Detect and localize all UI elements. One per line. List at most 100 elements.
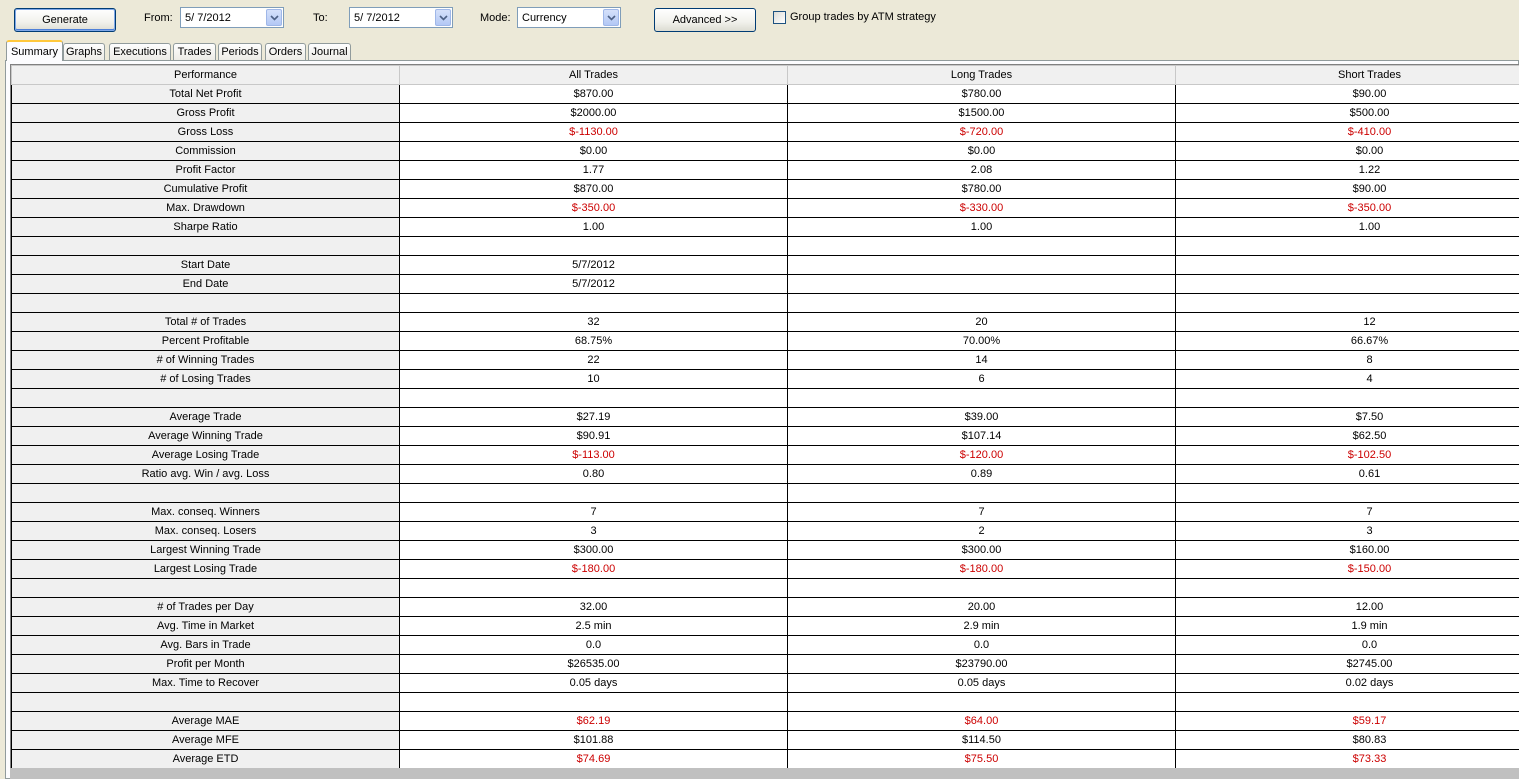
column-header-short-trades[interactable]: Short Trades (1175, 65, 1519, 85)
row-label: Max. conseq. Losers (11, 521, 400, 541)
table-cell: $-120.00 (787, 445, 1176, 465)
table-cell: 12.00 (1175, 597, 1519, 617)
table-cell: 1.00 (1175, 217, 1519, 237)
table-cell: 2 (787, 521, 1176, 541)
table-cell: $-113.00 (399, 445, 788, 465)
table-cell: 7 (787, 502, 1176, 522)
table-row: # of Losing Trades 10 6 4 (11, 369, 1519, 389)
table-cell: $2745.00 (1175, 654, 1519, 674)
tab-summary[interactable]: Summary (6, 40, 63, 61)
table-cell (1175, 388, 1519, 408)
table-row: Ratio avg. Win / avg. Loss 0.80 0.89 0.61 (11, 464, 1519, 484)
table-cell: $780.00 (787, 179, 1176, 199)
table-row: Max. Drawdown $-350.00 $-330.00 $-350.00 (11, 198, 1519, 218)
table-row: Profit Factor 1.77 2.08 1.22 (11, 160, 1519, 180)
table-cell: 5/7/2012 (399, 255, 788, 275)
tab-graphs[interactable]: Graphs (63, 43, 105, 60)
group-trades-label[interactable]: Group trades by ATM strategy (790, 11, 936, 23)
row-label (11, 293, 400, 313)
table-cell: $23790.00 (787, 654, 1176, 674)
table-row: # of Winning Trades 22 14 8 (11, 350, 1519, 370)
table-cell: $27.19 (399, 407, 788, 427)
table-row: Gross Loss $-1130.00 $-720.00 $-410.00 (11, 122, 1519, 142)
row-label (11, 578, 400, 598)
table-cell: $300.00 (787, 540, 1176, 560)
table-cell (787, 236, 1176, 256)
table-row (11, 293, 1519, 313)
table-row: End Date 5/7/2012 (11, 274, 1519, 294)
from-label: From: (144, 12, 173, 24)
table-row: Max. Time to Recover 0.05 days 0.05 days 0.… (11, 673, 1519, 693)
table-cell (1175, 483, 1519, 503)
table-cell: 6 (787, 369, 1176, 389)
table-cell: 12 (1175, 312, 1519, 332)
row-label: Avg. Bars in Trade (11, 635, 400, 655)
table-cell: 4 (1175, 369, 1519, 389)
tab-periods[interactable]: Periods (218, 43, 262, 60)
table-cell (399, 578, 788, 598)
row-label: Total Net Profit (11, 84, 400, 104)
table-cell: 0.05 days (787, 673, 1176, 693)
chevron-down-icon[interactable] (435, 9, 451, 26)
to-date-picker[interactable]: 5/ 7/2012 (349, 7, 453, 28)
table-row: Average Losing Trade $-113.00 $-120.00 $-10… (11, 445, 1519, 465)
table-cell: 7 (1175, 502, 1519, 522)
table-row: Avg. Time in Market 2.5 min 2.9 min 1.9 min (11, 616, 1519, 636)
table-row: Average ETD $74.69 $75.50 $73.33 (11, 749, 1519, 769)
table-cell: 1.00 (399, 217, 788, 237)
row-label: Max. conseq. Winners (11, 502, 400, 522)
table-cell (787, 274, 1176, 294)
tab-trades[interactable]: Trades (173, 43, 216, 60)
table-cell: $107.14 (787, 426, 1176, 446)
performance-grid[interactable]: Performance All Trades Long Trades Short… (10, 64, 1519, 769)
table-cell: 0.0 (399, 635, 788, 655)
table-row (11, 483, 1519, 503)
table-cell: $500.00 (1175, 103, 1519, 123)
group-trades-checkbox[interactable] (773, 11, 786, 24)
tab-journal[interactable]: Journal (308, 43, 351, 60)
row-label: Average Trade (11, 407, 400, 427)
table-cell: $-350.00 (1175, 198, 1519, 218)
table-cell (399, 236, 788, 256)
row-label (11, 483, 400, 503)
generate-button[interactable]: Generate (14, 8, 116, 32)
column-header-all-trades[interactable]: All Trades (399, 65, 788, 85)
table-cell (787, 293, 1176, 313)
table-row: Sharpe Ratio 1.00 1.00 1.00 (11, 217, 1519, 237)
advanced-button[interactable]: Advanced >> (654, 8, 756, 32)
table-cell: 1.00 (787, 217, 1176, 237)
table-cell: $59.17 (1175, 711, 1519, 731)
performance-table: Performance All Trades Long Trades Short… (11, 65, 1519, 769)
table-cell: 0.61 (1175, 464, 1519, 484)
table-cell: $870.00 (399, 84, 788, 104)
table-cell: $-720.00 (787, 122, 1176, 142)
from-date-picker[interactable]: 5/ 7/2012 (180, 7, 284, 28)
column-header-performance[interactable]: Performance (11, 65, 400, 85)
tab-executions[interactable]: Executions (109, 43, 171, 60)
table-cell: 20.00 (787, 597, 1176, 617)
table-cell (1175, 255, 1519, 275)
chevron-down-icon[interactable] (266, 9, 282, 26)
table-cell: 2.08 (787, 160, 1176, 180)
table-cell: $0.00 (1175, 141, 1519, 161)
mode-select[interactable]: Currency (517, 7, 621, 28)
to-date-value: 5/ 7/2012 (354, 11, 400, 24)
row-label: Profit Factor (11, 160, 400, 180)
column-header-long-trades[interactable]: Long Trades (787, 65, 1176, 85)
tab-orders[interactable]: Orders (265, 43, 306, 60)
row-label (11, 388, 400, 408)
table-row: Average Winning Trade $90.91 $107.14 $62.50 (11, 426, 1519, 446)
table-cell: 32.00 (399, 597, 788, 617)
table-cell: $90.00 (1175, 179, 1519, 199)
table-cell: $90.91 (399, 426, 788, 446)
table-cell: 7 (399, 502, 788, 522)
row-label: # of Losing Trades (11, 369, 400, 389)
table-row: Commission $0.00 $0.00 $0.00 (11, 141, 1519, 161)
chevron-down-icon[interactable] (603, 9, 619, 26)
table-cell: $300.00 (399, 540, 788, 560)
row-label: Largest Winning Trade (11, 540, 400, 560)
table-cell (1175, 692, 1519, 712)
table-row: Profit per Month $26535.00 $23790.00 $2745.… (11, 654, 1519, 674)
table-cell: $73.33 (1175, 749, 1519, 769)
row-label: Max. Time to Recover (11, 673, 400, 693)
